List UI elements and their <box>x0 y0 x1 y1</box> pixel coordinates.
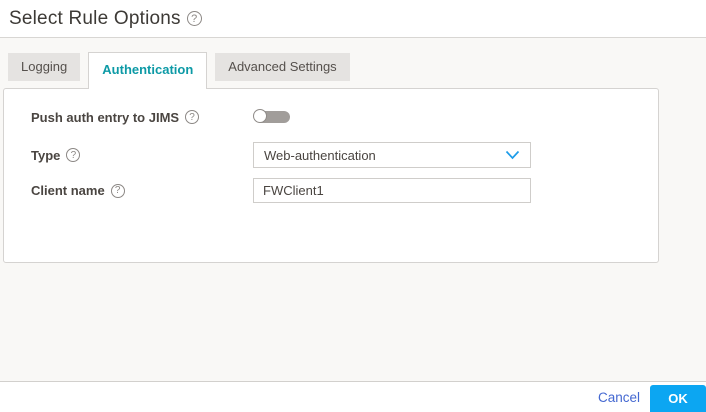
client-name-label: Client name ? <box>31 183 253 198</box>
tab-logging[interactable]: Logging <box>8 53 81 81</box>
push-auth-toggle[interactable] <box>253 109 291 125</box>
help-icon[interactable]: ? <box>185 110 200 124</box>
form-row-type: Type ? Web-authentication <box>31 142 531 168</box>
page-title: Select Rule Options ? <box>9 8 202 30</box>
tab-bar: Logging Authentication Advanced Settings <box>8 52 358 89</box>
toggle-knob <box>253 109 267 123</box>
client-name-input[interactable] <box>253 178 531 203</box>
help-icon[interactable]: ? <box>110 183 125 198</box>
tab-authentication[interactable]: Authentication <box>88 52 208 89</box>
type-label-text: Type <box>31 147 61 163</box>
help-icon[interactable]: ? <box>66 148 81 162</box>
help-icon[interactable]: ? <box>186 11 202 26</box>
type-select[interactable]: Web-authentication <box>253 142 531 168</box>
type-select-value: Web-authentication <box>264 147 376 163</box>
tab-content-panel: Push auth entry to JIMS ? Type ? Web-aut… <box>3 88 659 263</box>
form-row-push-auth: Push auth entry to JIMS ? <box>31 107 291 127</box>
cancel-button[interactable]: Cancel <box>598 390 640 405</box>
client-name-label-text: Client name <box>31 183 105 198</box>
select-rule-options-dialog: Select Rule Options ? Logging Authentica… <box>0 0 706 412</box>
push-auth-label: Push auth entry to JIMS ? <box>31 110 253 125</box>
form-row-client-name: Client name ? <box>31 178 531 203</box>
push-auth-label-text: Push auth entry to JIMS <box>31 109 180 125</box>
type-label: Type ? <box>31 148 253 163</box>
dialog-footer: Cancel OK <box>0 381 706 412</box>
page-title-text: Select Rule Options <box>9 7 181 29</box>
tab-advanced-settings[interactable]: Advanced Settings <box>215 53 350 81</box>
chevron-down-icon <box>505 150 520 160</box>
dialog-header: Select Rule Options ? <box>0 0 706 38</box>
ok-button[interactable]: OK <box>650 385 706 412</box>
